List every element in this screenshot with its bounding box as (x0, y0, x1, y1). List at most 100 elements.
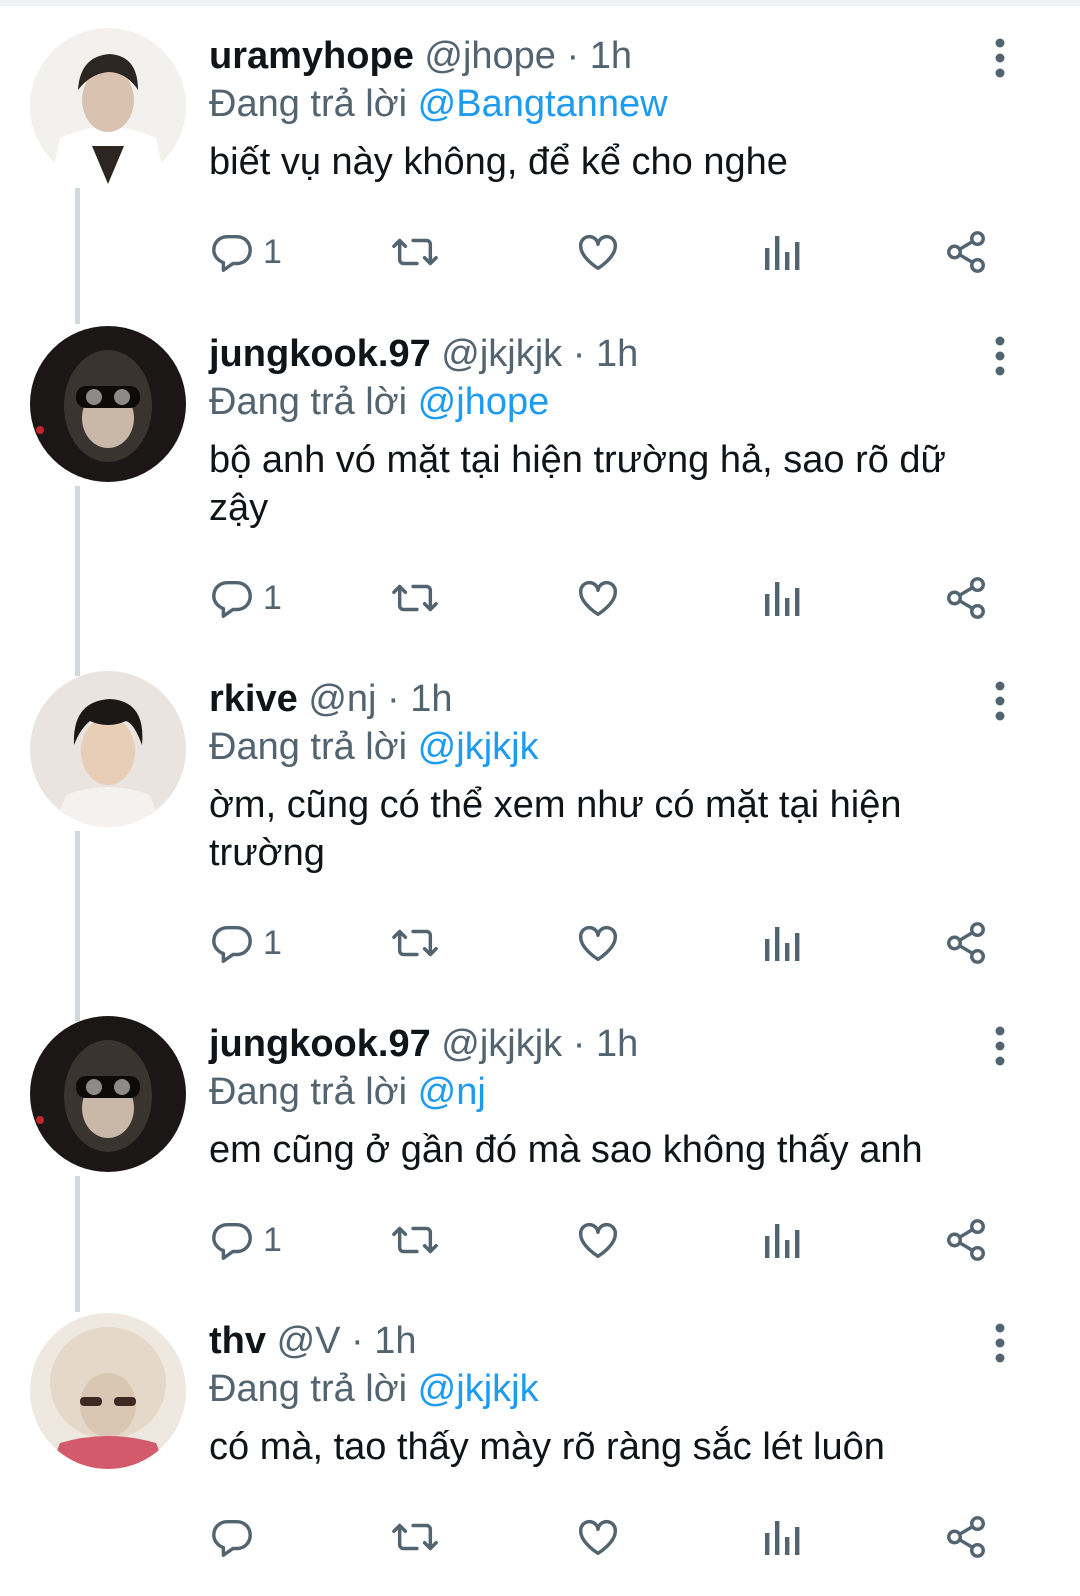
tweet-text: bộ anh vó mặt tại hiện trường hả, sao rõ… (209, 439, 946, 529)
reply-icon (212, 234, 252, 272)
timestamp[interactable]: 1h (410, 678, 452, 720)
retweet-icon (392, 1523, 438, 1551)
timestamp[interactable]: 1h (374, 1320, 416, 1362)
more-vertical-icon (995, 1323, 1005, 1363)
share-icon (947, 231, 985, 273)
retweet-icon (392, 1226, 438, 1254)
user-handle[interactable]: @nj (308, 678, 376, 720)
mention-link[interactable]: @Bangtannew (418, 83, 668, 125)
timestamp[interactable]: 1h (590, 35, 632, 77)
user-handle[interactable]: @V (277, 1320, 341, 1362)
views-button[interactable] (761, 915, 801, 971)
like-button[interactable] (575, 1509, 621, 1565)
views-button[interactable] (761, 1212, 801, 1268)
reply-count: 1 (263, 1220, 282, 1259)
share-icon (947, 1516, 985, 1558)
user-handle[interactable]: @jkjkjk (441, 333, 562, 375)
retweet-button[interactable] (389, 570, 441, 626)
retweet-button[interactable] (389, 224, 441, 280)
avatar[interactable] (30, 671, 186, 827)
thread-line (75, 486, 80, 676)
share-button[interactable] (943, 1509, 989, 1565)
share-button[interactable] (943, 1212, 989, 1268)
more-vertical-icon (995, 336, 1005, 376)
tweet-actions (209, 1509, 1009, 1565)
retweet-icon (392, 238, 438, 266)
tweet[interactable]: uramyhope @jhope · 1h Đang trả lời @Bang… (0, 28, 1080, 324)
replying-to-label: Đang trả lời (209, 381, 418, 423)
tweet-actions: 1 (209, 915, 1009, 971)
mention-link[interactable]: @nj (418, 1071, 486, 1113)
more-options-button[interactable] (980, 1321, 1020, 1365)
share-button[interactable] (943, 915, 989, 971)
replying-to-label: Đang trả lời (209, 1368, 418, 1410)
reply-count: 1 (263, 232, 282, 271)
retweet-icon (392, 929, 438, 957)
display-name[interactable]: thv (209, 1320, 266, 1362)
replying-to-label: Đang trả lời (209, 83, 418, 125)
more-options-button[interactable] (980, 1024, 1020, 1068)
avatar[interactable] (30, 28, 186, 184)
share-button[interactable] (943, 570, 989, 626)
display-name[interactable]: uramyhope (209, 35, 414, 77)
more-options-button[interactable] (980, 334, 1020, 378)
like-button[interactable] (575, 1212, 621, 1268)
retweet-button[interactable] (389, 1509, 441, 1565)
reply-button[interactable]: 1 (209, 224, 282, 280)
mention-link[interactable]: @jkjkjk (418, 1368, 539, 1410)
reply-button[interactable]: 1 (209, 915, 282, 971)
user-handle[interactable]: @jhope (424, 35, 556, 77)
reply-button[interactable]: 1 (209, 570, 282, 626)
replying-to: Đang trả lời @jhope (209, 376, 1040, 428)
tweet-text: có mà, tao thấy mày rõ ràng sắc lét luôn (209, 1426, 885, 1468)
tweet[interactable]: rkive @nj · 1h Đang trả lời @jkjkjk ờm, … (0, 671, 1080, 1021)
like-button[interactable] (575, 570, 621, 626)
display-name[interactable]: rkive (209, 678, 298, 720)
mention-link[interactable]: @jhope (418, 381, 550, 423)
tweet-text: ờm, cũng có thể xem như có mặt tại hiện … (209, 784, 902, 874)
thread-line (75, 188, 80, 324)
reply-button[interactable] (209, 1509, 263, 1565)
separator-dot: · (572, 1023, 586, 1065)
like-button[interactable] (575, 224, 621, 280)
tweet[interactable]: thv @V · 1h Đang trả lời @jkjkjk có mà, … (0, 1313, 1080, 1596)
retweet-button[interactable] (389, 1212, 441, 1268)
share-icon (947, 577, 985, 619)
display-name[interactable]: jungkook.97 (209, 333, 431, 375)
share-icon (947, 1219, 985, 1261)
separator-dot: · (566, 35, 580, 77)
thread-line (75, 1176, 80, 1312)
tweet[interactable]: jungkook.97 @jkjkjk · 1h Đang trả lời @n… (0, 1016, 1080, 1312)
views-button[interactable] (761, 224, 801, 280)
share-button[interactable] (943, 224, 989, 280)
reply-icon (212, 925, 252, 963)
avatar[interactable] (30, 1313, 186, 1469)
heart-icon (579, 1222, 617, 1259)
views-icon (765, 1521, 800, 1555)
views-button[interactable] (761, 1509, 801, 1565)
tweet-actions: 1 (209, 570, 1009, 626)
tweet-text: biết vụ này không, để kể cho nghe (209, 141, 788, 183)
reply-icon (212, 1519, 252, 1557)
thread-line (75, 831, 80, 1021)
more-options-button[interactable] (980, 36, 1020, 80)
views-button[interactable] (761, 570, 801, 626)
reply-button[interactable]: 1 (209, 1212, 282, 1268)
replying-to-label: Đang trả lời (209, 726, 418, 768)
retweet-icon (392, 584, 438, 612)
more-vertical-icon (995, 1026, 1005, 1066)
mention-link[interactable]: @jkjkjk (418, 726, 539, 768)
retweet-button[interactable] (389, 915, 441, 971)
timestamp[interactable]: 1h (596, 1023, 638, 1065)
like-button[interactable] (575, 915, 621, 971)
display-name[interactable]: jungkook.97 (209, 1023, 431, 1065)
user-handle[interactable]: @jkjkjk (441, 1023, 562, 1065)
avatar[interactable] (30, 326, 186, 482)
avatar[interactable] (30, 1016, 186, 1172)
tweet[interactable]: jungkook.97 @jkjkjk · 1h Đang trả lời @j… (0, 326, 1080, 676)
replying-to: Đang trả lời @Bangtannew (209, 78, 1040, 130)
more-options-button[interactable] (980, 679, 1020, 723)
views-icon (765, 1224, 800, 1258)
separator-dot: · (572, 333, 586, 375)
timestamp[interactable]: 1h (596, 333, 638, 375)
